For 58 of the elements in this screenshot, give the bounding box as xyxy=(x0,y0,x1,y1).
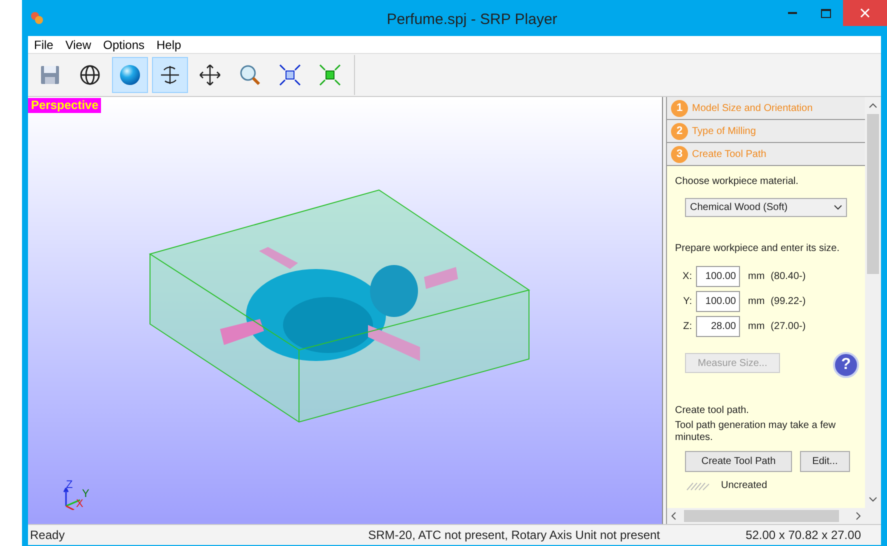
scroll-left-icon xyxy=(671,512,676,520)
edit-button[interactable]: Edit... xyxy=(800,451,850,472)
size-input[interactable]: 100.00 xyxy=(696,266,740,287)
scroll-down-icon xyxy=(869,497,877,502)
wireframe-globe-icon xyxy=(78,63,102,87)
menu-item[interactable]: File xyxy=(28,36,60,54)
minimize-icon xyxy=(788,12,796,14)
axis-label: Y: xyxy=(682,295,692,309)
instruction-text: Tool path generation may take a few minutes. xyxy=(675,420,837,444)
help-button[interactable]: ? xyxy=(833,352,859,378)
axis-label: X: xyxy=(682,270,692,284)
axis-label: X xyxy=(76,499,84,509)
material-dropdown[interactable]: Chemical Wood (Soft) xyxy=(685,198,847,217)
axis-label: Z xyxy=(66,480,73,490)
size-input[interactable]: 100.00 xyxy=(696,291,740,312)
four-way-arrow-icon xyxy=(198,63,222,87)
cube-arrows-icon xyxy=(318,63,342,87)
instruction-text: Choose workpiece material. xyxy=(675,175,800,189)
step-number-badge: 2 xyxy=(671,122,688,140)
close-icon xyxy=(860,8,870,18)
unit-label: mm xyxy=(748,270,765,284)
step-title: Create Tool Path xyxy=(692,148,766,162)
status-text: Ready xyxy=(29,527,66,544)
scroll-right-icon xyxy=(856,512,861,520)
instruction-text: Prepare workpiece and enter its size. xyxy=(675,242,841,256)
rotate-arrows-icon xyxy=(158,63,182,87)
magnifier-icon xyxy=(238,63,262,87)
menu-item[interactable]: View xyxy=(59,36,98,54)
step-number-badge: 1 xyxy=(671,100,688,116)
size-input[interactable]: 28.00 xyxy=(696,316,740,337)
scroll-up-icon xyxy=(869,103,877,108)
measure-size-button: Measure Size... xyxy=(685,353,780,373)
step-title: Type of Milling xyxy=(692,124,756,138)
window-title: Perfume.spj - SRP Player xyxy=(386,10,558,30)
axis-label: Y xyxy=(82,489,90,499)
maximize-icon xyxy=(821,8,831,18)
minimum-size-label: (99.22-) xyxy=(770,295,806,309)
axis-label: Z: xyxy=(682,320,692,334)
machine-status: SRM-20, ATC not present, Rotary Axis Unit not present xyxy=(367,527,660,544)
chevron-down-icon xyxy=(834,205,842,210)
model-dimensions: 52.00 x 70.82 x 27.00 xyxy=(746,527,862,544)
menu-item[interactable]: Options xyxy=(97,36,150,54)
unit-label: mm xyxy=(748,295,765,309)
menu-item[interactable]: Help xyxy=(150,36,188,54)
step-title: Model Size and Orientation xyxy=(692,102,813,116)
minimum-size-label: (27.00-) xyxy=(770,320,806,334)
tool-path-status: Uncreated xyxy=(721,479,768,493)
fit-view-icon xyxy=(278,63,302,87)
instruction-text: Create tool path. xyxy=(675,404,750,418)
unit-label: mm xyxy=(748,320,765,334)
toolbar-button[interactable] xyxy=(152,57,188,93)
minimum-size-label: (80.40-) xyxy=(770,270,806,284)
step-number-badge: 3 xyxy=(671,146,688,162)
3d-viewport[interactable]: Perspective Z Y X xyxy=(28,97,663,524)
app-icon xyxy=(30,11,44,25)
create-tool-path-button[interactable]: Create Tool Path xyxy=(685,451,792,472)
shaded-sphere-icon xyxy=(118,63,142,87)
view-mode-label: Perspective xyxy=(28,98,102,113)
